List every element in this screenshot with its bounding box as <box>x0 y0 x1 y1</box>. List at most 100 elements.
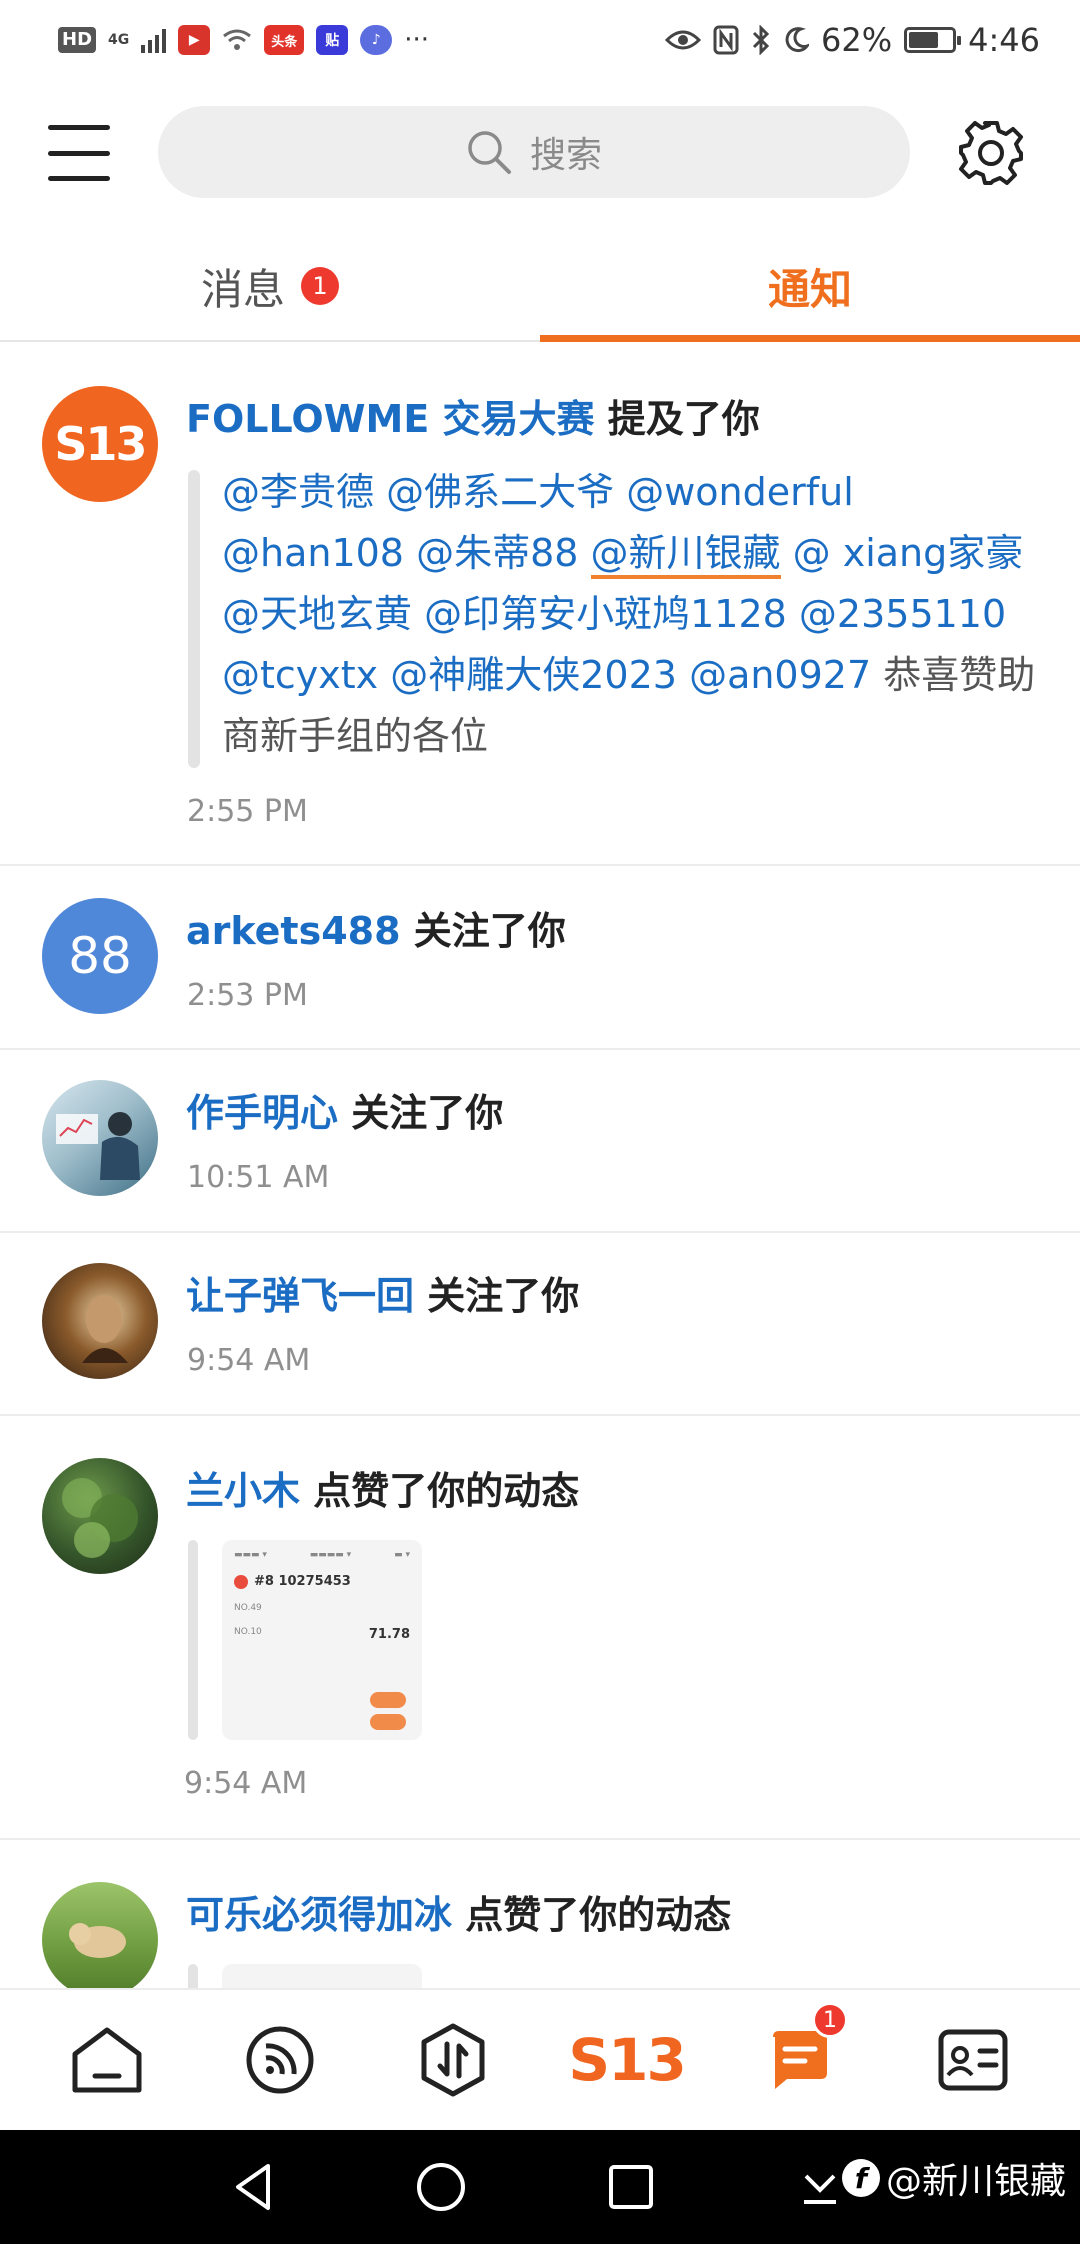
do-not-disturb-icon <box>785 27 810 53</box>
user-link[interactable]: 作手明心 <box>186 1091 338 1135</box>
post-thumbnail[interactable]: ▬▬▬ ▾ ▬▬▬▬ ▾ ▬ ▾ #8 10275453 NO.49 NO.10 71… <box>222 1540 422 1740</box>
avatar[interactable]: S13 <box>42 386 158 502</box>
thumb-icon <box>234 1574 248 1589</box>
trade-icon <box>421 2023 485 2097</box>
mention-link-highlighted[interactable]: @新川银藏 <box>590 531 781 579</box>
notification-pull-icon[interactable] <box>798 2166 842 2210</box>
mention-link[interactable]: @2355110 <box>799 592 1006 636</box>
mention-link[interactable]: @tcyxtx <box>222 653 378 697</box>
timestamp: 10:51 AM <box>187 1160 330 1195</box>
avatar[interactable] <box>42 1458 158 1574</box>
avatar-illustration <box>56 1112 140 1180</box>
notification-list[interactable]: S13 FOLLOWME 交易大赛 提及了你 @李贵德 @佛系二大爷 @wond… <box>0 344 1080 1988</box>
signal-icon <box>141 27 167 53</box>
mention-link[interactable]: @天地玄黄 <box>222 592 412 636</box>
battery-percent: 62% <box>821 21 893 59</box>
recents-icon[interactable] <box>604 2160 658 2214</box>
avatar[interactable]: 88 <box>42 898 158 1014</box>
notification-item[interactable]: 作手明心 关注了你 10:51 AM <box>0 1050 1080 1233</box>
bluetooth-icon <box>752 25 770 55</box>
user-link[interactable]: 兰小木 <box>186 1469 300 1513</box>
mention-message: @李贵德 @佛系二大爷 @wonderful @han108 @朱蒂88 @新川… <box>222 462 1042 767</box>
avatar-illustration <box>62 1478 138 1558</box>
profile-card-icon <box>938 2029 1008 2091</box>
tab-notifications[interactable]: 通知 <box>540 232 1080 342</box>
thumb-button <box>370 1714 406 1730</box>
music-app-icon: ♪ <box>360 25 393 55</box>
bottom-nav: S13 1 <box>0 1988 1080 2130</box>
thumb-value-a: NO.49 <box>234 1603 262 1613</box>
notification-title: 可乐必须得加冰 点赞了你的动态 <box>186 1884 731 1939</box>
avatar[interactable] <box>42 1080 158 1196</box>
search-icon <box>468 131 511 174</box>
timestamp: 9:54 AM <box>187 1343 311 1378</box>
nfc-icon <box>713 25 739 55</box>
toutiao-app-icon: 头条 <box>264 25 305 55</box>
action-text: 关注了你 <box>351 1091 504 1135</box>
search-bar[interactable]: 搜索 <box>158 106 910 198</box>
notification-item[interactable]: S13 FOLLOWME 交易大赛 提及了你 @李贵德 @佛系二大爷 @wond… <box>0 344 1080 866</box>
nav-home[interactable] <box>57 2010 157 2110</box>
app-header: 搜索 <box>0 100 1080 210</box>
user-link[interactable]: 让子弹飞一回 <box>186 1274 414 1318</box>
mention-link[interactable]: @han108 <box>222 531 404 575</box>
more-notifications-icon: ··· <box>404 25 430 55</box>
s13-logo: S13 <box>568 2026 686 2094</box>
notification-item[interactable]: 兰小木 点赞了你的动态 ▬▬▬ ▾ ▬▬▬▬ ▾ ▬ ▾ #8 10275453 N… <box>0 1416 1080 1840</box>
notification-title: 作手明心 关注了你 <box>186 1082 503 1137</box>
notification-item[interactable]: 88 arkets488 关注了你 2:53 PM <box>0 866 1080 1050</box>
quote-bar <box>188 1540 198 1740</box>
mention-link[interactable]: @李贵德 <box>222 470 374 514</box>
thumb-score: 71.78 <box>368 1627 410 1642</box>
nav-profile[interactable] <box>923 2010 1023 2110</box>
thumb-button <box>370 1692 406 1708</box>
battery-icon <box>904 27 962 53</box>
action-text: 关注了你 <box>427 1274 580 1318</box>
messages-badge: 1 <box>301 267 339 305</box>
mention-link[interactable]: @an0927 <box>689 653 871 697</box>
post-thumbnail[interactable] <box>222 1964 422 1988</box>
timestamp: 2:55 PM <box>187 794 308 829</box>
timestamp: 2:53 PM <box>187 978 308 1013</box>
clock: 4:46 <box>968 21 1040 59</box>
video-app-icon: ▶ <box>178 25 211 55</box>
mention-link[interactable]: @佛系二大爷 <box>386 470 614 514</box>
action-text: 提及了你 <box>607 397 760 441</box>
tab-messages[interactable]: 消息 1 <box>0 232 540 340</box>
watermark: f @新川银藏 <box>841 2152 1066 2204</box>
avatar[interactable] <box>42 1882 158 1988</box>
user-link[interactable]: 可乐必须得加冰 <box>186 1893 452 1937</box>
notification-item[interactable]: 让子弹飞一回 关注了你 9:54 AM <box>0 1233 1080 1416</box>
mention-link[interactable]: @神雕大侠2023 <box>390 653 677 697</box>
status-bar-right: 62% 4:46 <box>665 21 1040 59</box>
nav-messages[interactable]: 1 <box>750 2002 850 2110</box>
thumb-id: #8 10275453 <box>254 1574 351 1589</box>
user-link[interactable]: FOLLOWME 交易大赛 <box>186 397 595 441</box>
notification-title: arkets488 关注了你 <box>186 900 566 955</box>
thumb-id-row: #8 10275453 <box>234 1574 410 1589</box>
system-nav-bar: f @新川银藏 <box>0 2130 1080 2244</box>
thumb-row-b: NO.10 71.78 <box>234 1627 410 1642</box>
mention-link[interactable]: @印第安小斑鸠1128 <box>424 592 787 636</box>
back-icon[interactable] <box>228 2160 282 2214</box>
settings-gear-icon[interactable] <box>956 118 1026 188</box>
notification-title: 兰小木 点赞了你的动态 <box>186 1460 579 1515</box>
menu-icon[interactable] <box>48 125 110 181</box>
tab-notifications-label: 通知 <box>767 264 852 314</box>
eye-comfort-icon <box>665 30 702 50</box>
quote-bar <box>188 470 200 768</box>
nav-trade[interactable] <box>403 2010 503 2110</box>
action-text: 点赞了你的动态 <box>465 1893 732 1937</box>
wifi-icon <box>223 29 252 50</box>
avatar-illustration <box>82 1295 128 1363</box>
avatar[interactable] <box>42 1263 158 1379</box>
search-placeholder: 搜索 <box>529 135 602 176</box>
home-circle-icon[interactable] <box>414 2160 468 2214</box>
user-link[interactable]: arkets488 <box>186 909 401 953</box>
notification-item[interactable]: 可乐必须得加冰 点赞了你的动态 <box>0 1840 1080 1988</box>
nav-feed[interactable] <box>230 2010 330 2110</box>
mention-link[interactable]: @朱蒂88 <box>416 531 578 575</box>
mention-link[interactable]: @ xiang家豪 <box>793 531 1024 575</box>
mention-link[interactable]: @wonderful <box>626 470 854 514</box>
nav-s13[interactable]: S13 <box>568 2010 686 2110</box>
